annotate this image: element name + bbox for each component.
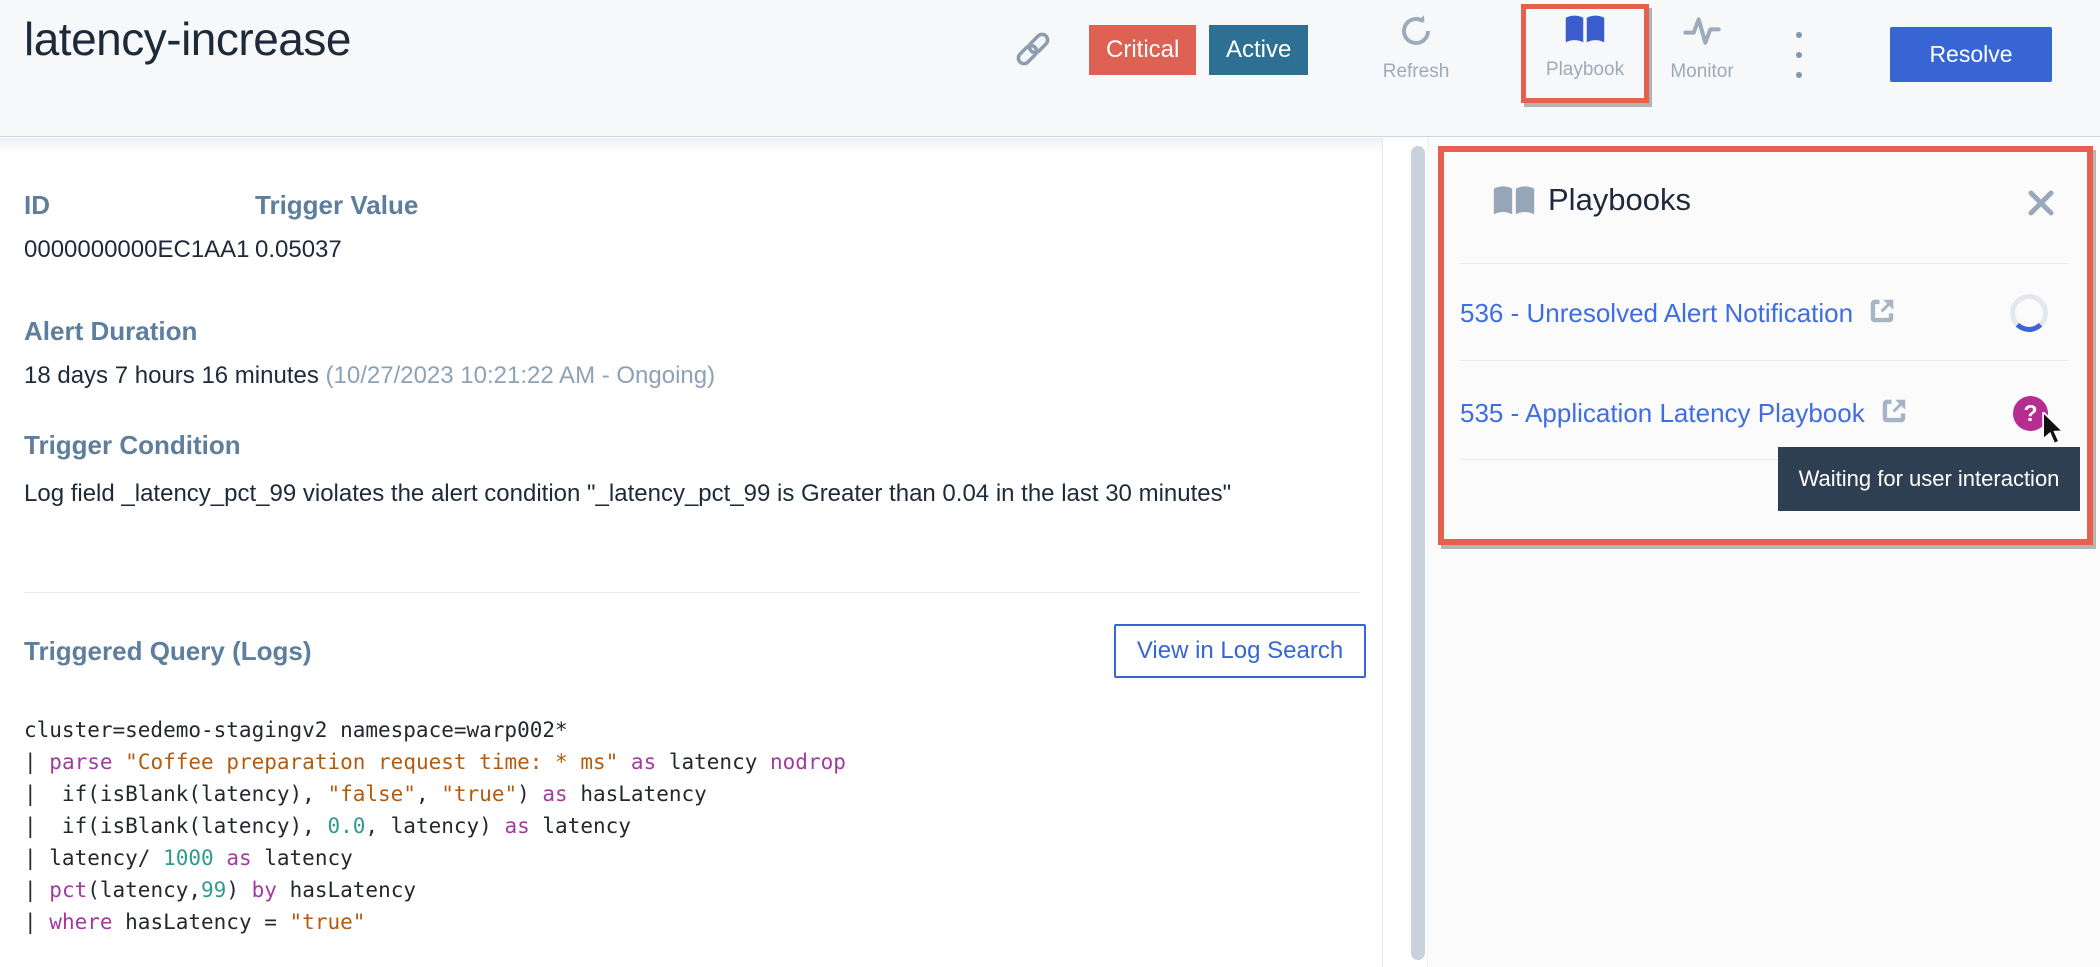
monitor-icon xyxy=(1682,13,1722,54)
playbook-divider xyxy=(1460,360,2068,361)
playbook-loading-spinner xyxy=(2010,294,2048,332)
query-code: cluster=sedemo-stagingv2 namespace=warp0… xyxy=(24,714,846,938)
external-link-icon[interactable] xyxy=(1867,296,1897,331)
refresh-button[interactable]: Refresh xyxy=(1376,13,1456,83)
playbook-link-536[interactable]: 536 - Unresolved Alert Notification xyxy=(1460,298,1853,329)
close-icon[interactable] xyxy=(2026,188,2056,218)
status-badge: Active xyxy=(1209,25,1308,75)
monitor-button[interactable]: Monitor xyxy=(1662,13,1742,83)
alert-duration-label: Alert Duration xyxy=(24,316,197,347)
alert-duration-range: (10/27/2023 10:21:22 AM - Ongoing) xyxy=(326,362,716,389)
mouse-cursor xyxy=(2040,412,2070,451)
playbook-label: Playbook xyxy=(1546,59,1624,81)
page-title: latency-increase xyxy=(24,12,351,66)
scrollbar-thumb[interactable] xyxy=(1411,146,1425,960)
trigger-condition-label: Trigger Condition xyxy=(24,430,241,461)
trigger-value-label: Trigger Value xyxy=(255,190,418,221)
playbook-icon xyxy=(1564,13,1606,52)
playbook-divider xyxy=(1460,263,2068,264)
playbooks-panel-title: Playbooks xyxy=(1548,182,1691,218)
status-tooltip: Waiting for user interaction xyxy=(1778,447,2080,511)
id-label: ID xyxy=(24,190,50,221)
triggered-query-label: Triggered Query (Logs) xyxy=(24,636,312,667)
playbook-link-535[interactable]: 535 - Application Latency Playbook xyxy=(1460,398,1865,429)
severity-badge: Critical xyxy=(1089,25,1196,75)
trigger-condition-text: Log field _latency_pct_99 violates the a… xyxy=(24,476,1324,511)
section-divider xyxy=(24,592,1360,593)
alert-duration-value: 18 days 7 hours 16 minutes (10/27/2023 1… xyxy=(24,362,715,390)
more-actions-button[interactable] xyxy=(1789,32,1809,78)
id-value: 0000000000EC1AA1 xyxy=(24,236,250,264)
external-link-icon[interactable] xyxy=(1879,396,1909,431)
resolve-button[interactable]: Resolve xyxy=(1890,27,2052,82)
playbooks-panel-book-icon xyxy=(1492,184,1536,224)
copy-link-icon[interactable] xyxy=(1012,28,1054,75)
playbook-button[interactable]: Playbook xyxy=(1545,13,1625,81)
monitor-label: Monitor xyxy=(1670,61,1733,83)
playbook-row: 536 - Unresolved Alert Notification xyxy=(1460,288,2092,338)
refresh-label: Refresh xyxy=(1383,61,1450,83)
alert-detail-page: latency-increase Critical Active Refresh xyxy=(0,0,2100,967)
refresh-icon xyxy=(1398,13,1434,54)
view-in-log-search-button[interactable]: View in Log Search xyxy=(1114,624,1366,678)
header-bar: latency-increase Critical Active Refresh xyxy=(0,0,2100,137)
playbook-row: 535 - Application Latency Playbook ? xyxy=(1460,388,2092,438)
trigger-value: 0.05037 xyxy=(255,236,342,264)
